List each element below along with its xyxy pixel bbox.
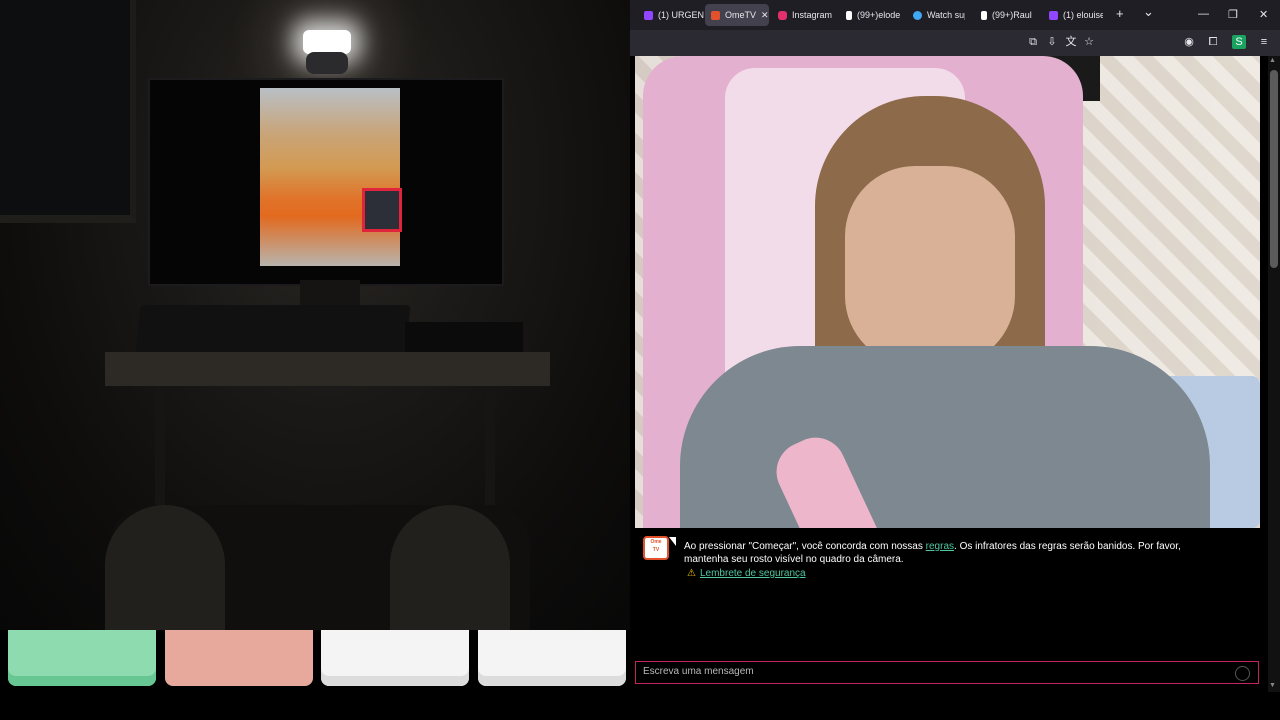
emoji-icon[interactable] — [1235, 666, 1250, 681]
minimize-button[interactable]: — — [1198, 8, 1209, 20]
tab-label: (1) URGEN — [658, 10, 704, 20]
tiktok-icon — [846, 10, 852, 20]
chat-panel: Ome TV Ao pressionar "Começar", você con… — [635, 528, 1257, 660]
rules-link[interactable]: regras — [926, 541, 954, 552]
tab[interactable]: (1) elouise — [1049, 4, 1103, 26]
restore-button[interactable]: ❐ — [1228, 8, 1238, 21]
tab-label: OmeTV — [725, 10, 757, 20]
scrollbar-thumb[interactable] — [1270, 70, 1278, 268]
logo-text: TV — [652, 547, 660, 553]
scroll-down-icon[interactable]: ▼ — [1269, 682, 1276, 689]
option-button[interactable] — [478, 630, 626, 686]
webcam — [306, 52, 348, 74]
bookmark-star-icon[interactable]: ☆ — [1082, 35, 1096, 49]
tab-label: (99+)Raul — [992, 10, 1032, 20]
safety-reminder[interactable]: ⚠ Lembrete de segurança — [687, 568, 806, 579]
new-tab-button[interactable]: + — [1116, 6, 1124, 21]
start-button[interactable] — [8, 630, 156, 686]
message-input[interactable] — [643, 666, 1203, 677]
person-shirt — [680, 346, 1210, 528]
knee — [105, 505, 225, 630]
desk — [105, 352, 550, 386]
ometv-icon — [711, 10, 720, 20]
room-window — [0, 0, 136, 223]
desk-leg — [485, 386, 495, 506]
translate-icon[interactable]: 文 — [1064, 35, 1078, 49]
twitch-icon — [644, 10, 653, 20]
close-icon[interactable]: ✕ — [761, 10, 769, 21]
rules-notice: Ao pressionar "Começar", você concorda c… — [684, 540, 1224, 566]
logo-text: Ome — [650, 539, 662, 545]
tab[interactable]: (99+)Raul — [981, 4, 1033, 26]
monitor — [148, 78, 504, 286]
stop-button[interactable] — [165, 630, 313, 686]
picture-in-picture-icon[interactable]: ⧉ — [1026, 35, 1040, 49]
tiktok-icon — [981, 10, 987, 20]
ometv-logo: Ome TV — [643, 536, 669, 560]
bottom-bar — [0, 692, 1280, 720]
instagram-icon — [778, 10, 787, 20]
notice-text: Ao pressionar "Começar", você concorda c… — [684, 541, 926, 552]
safety-link[interactable]: Lembrete de segurança — [700, 568, 806, 579]
monitor-pip-video — [362, 188, 402, 232]
control-buttons — [0, 630, 630, 690]
tab-label: Instagram — [792, 10, 833, 20]
flag-icon — [669, 537, 676, 546]
extension-icon[interactable]: S — [1232, 35, 1246, 49]
tab-list-button[interactable]: ⌄ — [1143, 4, 1154, 20]
tab-label: (99+)elode — [857, 10, 900, 20]
tab[interactable]: (99+)elode — [846, 4, 900, 26]
warning-icon: ⚠ — [687, 568, 696, 579]
menu-icon[interactable]: ≡ — [1257, 35, 1271, 49]
tab-ometv[interactable]: OmeTV ✕ — [705, 4, 769, 26]
tab-label: (1) elouise — [1063, 10, 1103, 20]
close-window-button[interactable]: ✕ — [1259, 8, 1268, 21]
person-face — [845, 166, 1015, 366]
knee — [390, 505, 510, 630]
tab-label: Watch sup — [927, 10, 965, 20]
twitch-icon — [1049, 10, 1058, 20]
site-icon — [913, 10, 922, 20]
download-icon[interactable]: ⇩ — [1045, 35, 1059, 49]
tab[interactable]: Instagram — [778, 4, 836, 26]
stranger-video — [635, 56, 1260, 528]
browser-tab-bar: (1) URGEN OmeTV ✕ Instagram (99+)elode W… — [630, 0, 1280, 30]
tab[interactable]: (1) URGEN — [644, 4, 704, 26]
desk-leg — [155, 386, 165, 506]
browser-toolbar: ⧉ ⇩ 文 ☆ ◉ ⧠ S ≡ — [630, 30, 1280, 56]
option-button[interactable] — [321, 630, 469, 686]
message-box — [635, 661, 1259, 684]
local-camera-video — [0, 0, 630, 630]
extensions-icon[interactable]: ⧠ — [1206, 35, 1220, 49]
keyboard — [135, 305, 411, 355]
account-icon[interactable]: ◉ — [1182, 35, 1196, 49]
scroll-up-icon[interactable]: ▲ — [1269, 57, 1276, 64]
monitor-image — [260, 88, 400, 266]
tab[interactable]: Watch sup — [913, 4, 965, 26]
ring-light — [303, 30, 351, 54]
